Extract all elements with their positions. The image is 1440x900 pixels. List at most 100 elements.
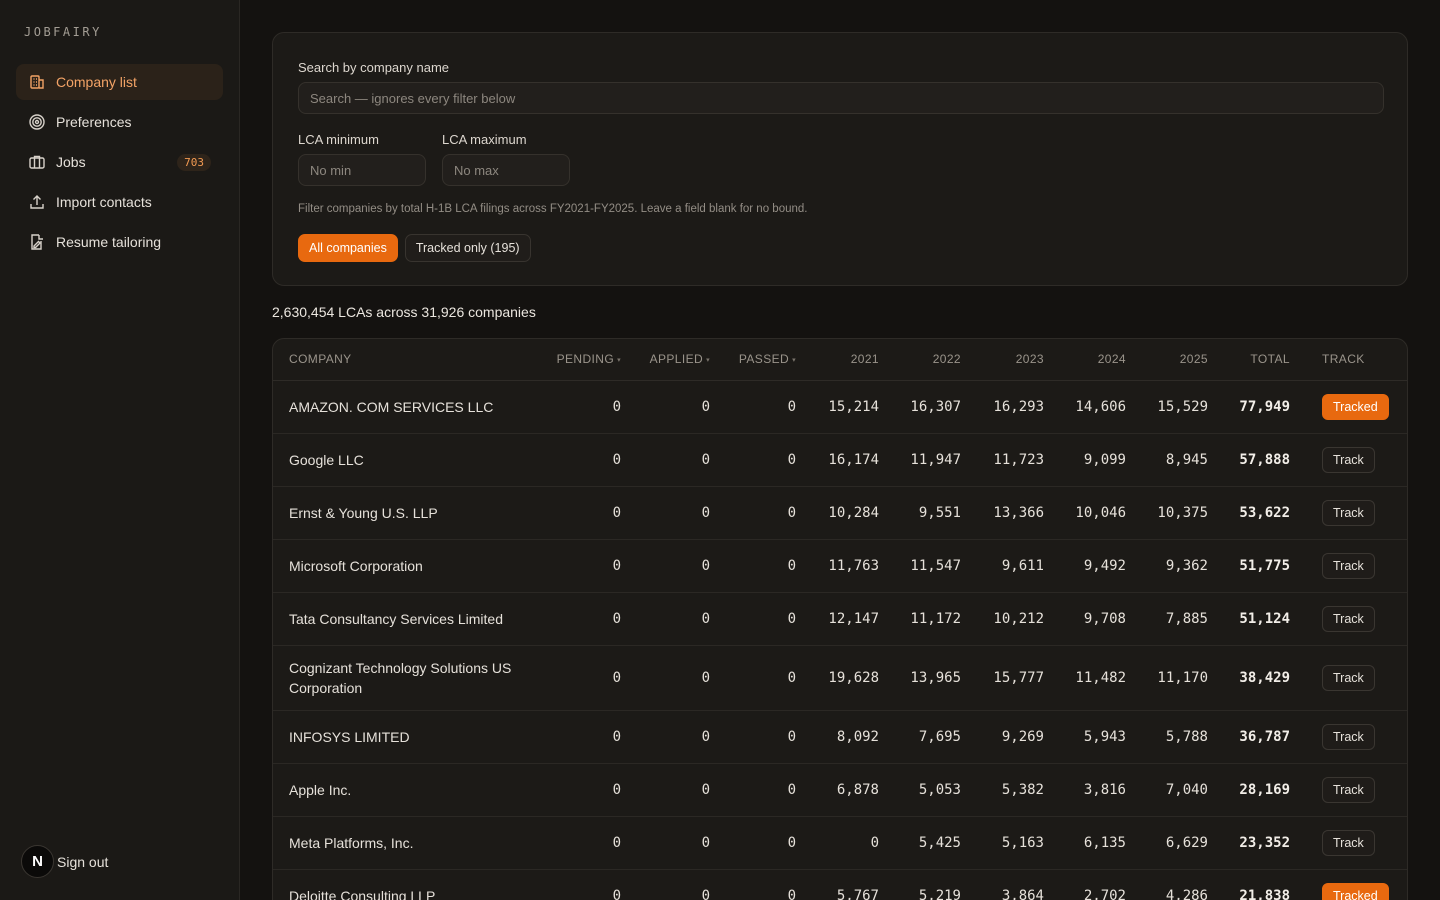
sidebar-item-import-contacts[interactable]: Import contacts xyxy=(16,184,223,220)
column-header-2025: 2025 xyxy=(1126,339,1208,381)
applied-cell: 0 xyxy=(621,816,710,870)
results-summary: 2,630,454 LCAs across 31,926 companies xyxy=(272,304,536,320)
document-edit-icon xyxy=(28,233,46,251)
pending-cell: 0 xyxy=(523,816,621,870)
y2024-cell: 9,708 xyxy=(1044,592,1126,646)
column-header-pending[interactable]: PENDING ▾ xyxy=(523,339,621,381)
all-companies-button[interactable]: All companies xyxy=(298,234,398,262)
briefcase-icon xyxy=(28,153,46,171)
y2025-cell: 7,040 xyxy=(1126,763,1208,817)
passed-cell: 0 xyxy=(710,869,796,900)
track-cell: Track xyxy=(1290,763,1407,817)
total-cell: 23,352 xyxy=(1208,816,1290,870)
y2024-cell: 14,606 xyxy=(1044,380,1126,434)
total-cell: 57,888 xyxy=(1208,433,1290,487)
y2021-cell: 16,174 xyxy=(796,433,879,487)
y2021-cell: 10,284 xyxy=(796,486,879,540)
track-button[interactable]: Track xyxy=(1322,664,1375,691)
y2022-cell: 5,053 xyxy=(879,763,961,817)
y2024-cell: 9,492 xyxy=(1044,539,1126,593)
sign-out-label: Sign out xyxy=(57,853,109,870)
lca-min-label: LCA minimum xyxy=(298,132,379,147)
lca-max-input[interactable] xyxy=(442,154,570,186)
filter-hint: Filter companies by total H-1B LCA filin… xyxy=(298,203,808,215)
track-button[interactable]: Track xyxy=(1322,446,1375,473)
total-cell: 38,429 xyxy=(1208,645,1290,711)
pending-cell: 0 xyxy=(523,869,621,900)
pending-cell: 0 xyxy=(523,645,621,711)
track-cell: Track xyxy=(1290,592,1407,646)
y2024-cell: 10,046 xyxy=(1044,486,1126,540)
sidebar-item-label: Jobs xyxy=(56,154,86,170)
y2023-cell: 9,269 xyxy=(961,710,1044,764)
y2023-cell: 5,163 xyxy=(961,816,1044,870)
tracked-button[interactable]: Tracked xyxy=(1322,882,1389,900)
applied-cell: 0 xyxy=(621,539,710,593)
table-row: Tata Consultancy Services Limited 0 0 0 12,1… xyxy=(273,592,1407,646)
y2025-cell: 9,362 xyxy=(1126,539,1208,593)
track-button[interactable]: Track xyxy=(1322,552,1375,579)
company-table: COMPANY PENDING ▾ APPLIED ▾ PASSED ▾ 2021 2… xyxy=(273,339,1407,900)
track-button[interactable]: Track xyxy=(1322,776,1375,803)
sidebar-item-jobs[interactable]: Jobs 703 xyxy=(16,144,223,180)
pending-cell: 0 xyxy=(523,486,621,540)
applied-cell: 0 xyxy=(621,486,710,540)
y2021-cell: 19,628 xyxy=(796,645,879,711)
y2021-cell: 8,092 xyxy=(796,710,879,764)
sort-arrow-icon: ▾ xyxy=(617,357,621,365)
sidebar-item-preferences[interactable]: Preferences xyxy=(16,104,223,140)
company-name-cell: Microsoft Corporation xyxy=(273,539,523,593)
company-name-cell: AMAZON. COM SERVICES LLC xyxy=(273,380,523,434)
y2024-cell: 3,816 xyxy=(1044,763,1126,817)
y2022-cell: 11,947 xyxy=(879,433,961,487)
track-button[interactable]: Track xyxy=(1322,723,1375,750)
track-cell: Track xyxy=(1290,710,1407,764)
column-header-label: APPLIED xyxy=(649,352,704,367)
table-row: Apple Inc. 0 0 0 6,878 5,053 5,382 3,816 7,040 28… xyxy=(273,763,1407,817)
passed-cell: 0 xyxy=(710,486,796,540)
target-icon xyxy=(28,113,46,131)
track-button[interactable]: Track xyxy=(1322,829,1375,856)
sort-arrow-icon: ▾ xyxy=(706,357,710,365)
y2023-cell: 3,864 xyxy=(961,869,1044,900)
table-row: Cognizant Technology Solutions US Corpor… xyxy=(273,645,1407,711)
company-name-cell: Ernst & Young U.S. LLP xyxy=(273,486,523,540)
sign-out-button[interactable]: N Sign out xyxy=(21,845,108,878)
y2021-cell: 12,147 xyxy=(796,592,879,646)
table-row: Deloitte Consulting LLP 0 0 0 5,767 5,219 3,86… xyxy=(273,869,1407,900)
track-cell: Tracked xyxy=(1290,869,1407,900)
table-row: Google LLC 0 0 0 16,174 11,947 11,723 9,099 8,94… xyxy=(273,433,1407,487)
applied-cell: 0 xyxy=(621,645,710,711)
lca-min-input[interactable] xyxy=(298,154,426,186)
company-name-cell: INFOSYS LIMITED xyxy=(273,710,523,764)
column-header-applied[interactable]: APPLIED ▾ xyxy=(621,339,710,381)
pending-cell: 0 xyxy=(523,710,621,764)
applied-cell: 0 xyxy=(621,433,710,487)
y2022-cell: 9,551 xyxy=(879,486,961,540)
column-header-company: COMPANY xyxy=(273,339,523,381)
y2021-cell: 6,878 xyxy=(796,763,879,817)
y2025-cell: 6,629 xyxy=(1126,816,1208,870)
y2022-cell: 5,425 xyxy=(879,816,961,870)
sidebar-item-resume-tailoring[interactable]: Resume tailoring xyxy=(16,224,223,260)
y2025-cell: 8,945 xyxy=(1126,433,1208,487)
y2022-cell: 11,172 xyxy=(879,592,961,646)
search-input[interactable] xyxy=(298,82,1384,114)
track-button[interactable]: Track xyxy=(1322,605,1375,632)
sidebar-item-label: Company list xyxy=(56,74,137,90)
column-header-2021: 2021 xyxy=(796,339,879,381)
tracked-only-button[interactable]: Tracked only (195) xyxy=(404,234,531,262)
app-logo: JOBFAIRY xyxy=(24,25,102,39)
y2024-cell: 5,943 xyxy=(1044,710,1126,764)
track-cell: Track xyxy=(1290,539,1407,593)
y2023-cell: 16,293 xyxy=(961,380,1044,434)
tracked-button[interactable]: Tracked xyxy=(1322,393,1389,420)
sidebar: JOBFAIRY Company list Preferences Jobs 7… xyxy=(0,0,240,900)
sidebar-item-label: Resume tailoring xyxy=(56,234,162,250)
sidebar-item-company-list[interactable]: Company list xyxy=(16,64,223,100)
track-button[interactable]: Track xyxy=(1322,499,1375,526)
sidebar-nav: Company list Preferences Jobs 703 Import… xyxy=(16,64,223,264)
column-header-passed[interactable]: PASSED ▾ xyxy=(710,339,796,381)
column-header-label: PASSED xyxy=(738,352,790,367)
y2022-cell: 5,219 xyxy=(879,869,961,900)
